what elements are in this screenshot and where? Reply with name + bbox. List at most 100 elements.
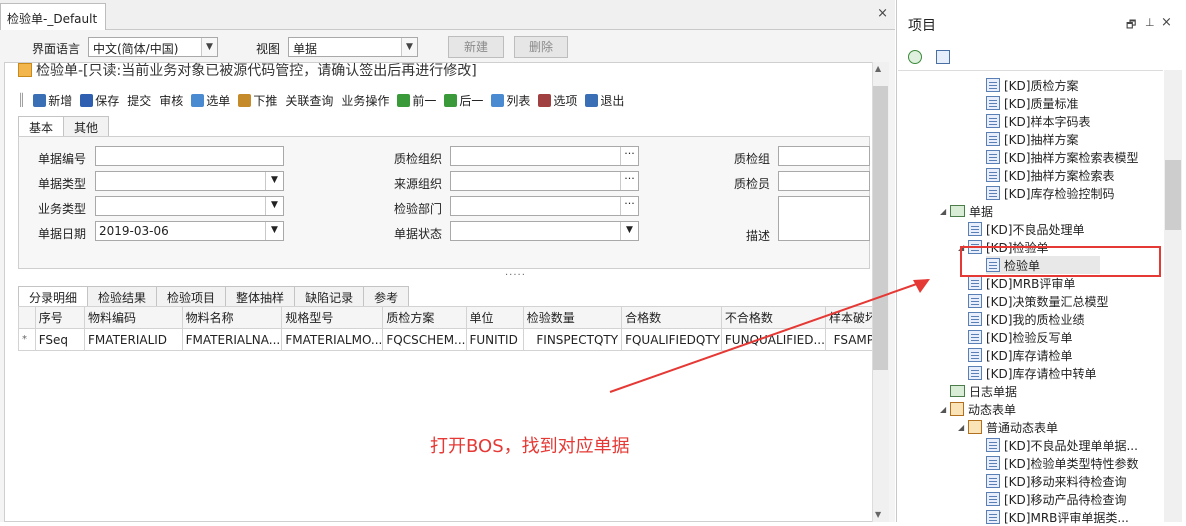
grid-header[interactable]: 物料名称 (181, 306, 283, 329)
toolbar-button[interactable]: 选项 (538, 92, 577, 109)
grid-header[interactable]: 序号 (34, 306, 86, 329)
tree-expand-icon[interactable]: ◢ (958, 423, 968, 432)
tab-reference[interactable]: 参考 (363, 286, 410, 306)
grid-header[interactable]: 质检方案 (382, 306, 467, 329)
splitter-handle[interactable]: ····· (505, 270, 526, 281)
view-select[interactable]: 单据 ▼ (288, 37, 418, 57)
tree-item[interactable]: 日志单据 (950, 382, 1017, 400)
toolbar-button[interactable]: 关联查询 (285, 92, 333, 109)
grid-cell[interactable]: FMATERIALMO... (281, 328, 384, 351)
grid-header[interactable]: 规格型号 (281, 306, 384, 329)
tree-expand-icon[interactable]: ◢ (940, 207, 950, 216)
tree-item[interactable]: ◢ 动态表单 (940, 400, 1016, 418)
tree-item[interactable]: [KD]我的质检业绩 (968, 310, 1084, 328)
src-org-input[interactable]: ··· (450, 171, 639, 191)
ellipsis-icon[interactable]: ··· (620, 172, 638, 190)
tree-item[interactable]: [KD]样本字码表 (986, 112, 1090, 130)
tree-item[interactable]: [KD]抽样方案检索表模型 (986, 148, 1138, 166)
tree-item[interactable]: [KD]移动产品待检查询 (986, 490, 1126, 508)
copy-icon[interactable] (936, 50, 950, 64)
toolbar-button[interactable]: 选单 (191, 92, 230, 109)
toolbar-button-label: 关联查询 (285, 93, 334, 108)
toolbar-button[interactable]: 新增 (33, 92, 72, 109)
ellipsis-icon[interactable]: ··· (620, 197, 638, 215)
qc-org-input[interactable]: ··· (450, 146, 639, 166)
tree-item[interactable]: ◢ 单据 (940, 202, 993, 220)
delete-button[interactable]: 删除 (514, 36, 568, 58)
grid-header[interactable]: 单位 (465, 306, 524, 329)
new-button[interactable]: 新建 (448, 36, 504, 58)
bill-type-select[interactable]: ▼ (95, 171, 284, 191)
qc-group-input[interactable] (778, 146, 870, 166)
tab-defect-record[interactable]: 缺陷记录 (294, 286, 365, 306)
toolbar-button[interactable]: 退出 (585, 92, 624, 109)
restore-icon[interactable]: 🗗 (1126, 16, 1136, 35)
toolbar-button[interactable]: 审核 (159, 92, 183, 109)
interface-language-select[interactable]: 中文(简体/中国) ▼ (88, 37, 218, 57)
folder-icon (950, 385, 965, 397)
biz-type-select[interactable]: ▼ (95, 196, 284, 216)
tree-item-label: [KD]检验单类型特性参数 (1004, 456, 1139, 471)
ellipsis-icon[interactable]: ··· (620, 147, 638, 165)
tree-item[interactable]: [KD]库存请检单 (968, 346, 1072, 364)
toolbar-button[interactable]: 列表 (491, 92, 530, 109)
tree-item[interactable]: [KD]质量标准 (986, 94, 1078, 112)
tree-item[interactable]: [KD]检验单类型特性参数 (986, 454, 1138, 472)
tree-item-label: [KD]质检方案 (1004, 78, 1079, 93)
tab-entry-detail[interactable]: 分录明细 (18, 286, 89, 306)
form-icon (986, 168, 1000, 182)
toolbar-button[interactable]: 后一 (444, 92, 483, 109)
bill-no-input[interactable] (95, 146, 284, 166)
tree-item[interactable]: [KD]抽样方案检索表 (986, 166, 1114, 184)
bill-date-input[interactable]: 2019-03-06 ▼ (95, 221, 284, 241)
grid-cell[interactable]: FSeq (34, 328, 86, 351)
bill-status-select[interactable]: ▼ (450, 221, 639, 241)
toolbar-button[interactable]: 下推 (238, 92, 277, 109)
tree-item[interactable]: [KD]不良品处理单单据... (986, 436, 1138, 454)
tree-item[interactable]: ◢ 普通动态表单 (958, 418, 1058, 436)
insp-dept-input[interactable]: ··· (450, 196, 639, 216)
toolbar-button-label: 提交 (127, 93, 152, 108)
tree-item[interactable]: [KD]库存请检中转单 (968, 364, 1096, 382)
tree-item[interactable]: [KD]抽样方案 (986, 130, 1078, 148)
form-icon (986, 456, 1000, 470)
grid-cell[interactable]: FQCSCHEM... (382, 328, 467, 351)
scroll-down-icon[interactable]: ▼ (875, 510, 881, 519)
tree-item[interactable]: [KD]库存检验控制码 (986, 184, 1114, 202)
tree-scrollbar-thumb[interactable] (1165, 160, 1181, 230)
tree-scrollbar[interactable] (1164, 70, 1182, 522)
toolbar-button[interactable]: 保存 (80, 92, 119, 109)
tree-item[interactable]: [KD]MRB评审单据类... (986, 508, 1129, 526)
grid-header[interactable]: 物料编码 (84, 306, 183, 329)
tree-expand-icon[interactable]: ◢ (940, 405, 950, 414)
toolbar-button[interactable]: 前一 (397, 92, 436, 109)
document-tab-bar (0, 0, 895, 30)
grid-cell[interactable]: FUNITID (465, 328, 524, 351)
tab-overall-sampling[interactable]: 整体抽样 (225, 286, 296, 306)
tab-inspect-result[interactable]: 检验结果 (87, 286, 158, 306)
tab-inspect-items[interactable]: 检验项目 (156, 286, 227, 306)
tree-item[interactable]: [KD]决策数量汇总模型 (968, 292, 1108, 310)
view-label: 视图 (256, 42, 281, 56)
refresh-icon[interactable] (908, 50, 922, 64)
toolbar-button-label: 退出 (600, 93, 625, 108)
grid-cell[interactable]: FMATERIALID (84, 328, 183, 351)
pin-icon[interactable]: ⊥ (1145, 16, 1155, 29)
inspector-input[interactable] (778, 171, 870, 191)
tree-item[interactable]: [KD]质检方案 (986, 76, 1078, 94)
tree-item[interactable]: [KD]检验反写单 (968, 328, 1072, 346)
document-tab[interactable]: 检验单-_Default (0, 3, 106, 30)
close-icon[interactable]: × (1161, 15, 1172, 30)
scroll-up-icon[interactable]: ▲ (875, 64, 881, 73)
desc-textarea[interactable] (778, 196, 870, 241)
tab-other[interactable]: 其他 (63, 116, 110, 136)
toolbar-button[interactable]: 业务操作 (341, 92, 389, 109)
toolbar-button-label: 业务操作 (341, 93, 390, 108)
form-icon (986, 114, 1000, 128)
grid-cell[interactable]: FMATERIALNA... (181, 328, 283, 351)
tree-item[interactable]: [KD]不良品处理单 (968, 220, 1084, 238)
tree-item[interactable]: [KD]移动来料待检查询 (986, 472, 1126, 490)
toolbar-button[interactable]: 提交 (127, 92, 151, 109)
close-document-icon[interactable]: × (877, 6, 888, 21)
tab-basic[interactable]: 基本 (18, 116, 65, 136)
